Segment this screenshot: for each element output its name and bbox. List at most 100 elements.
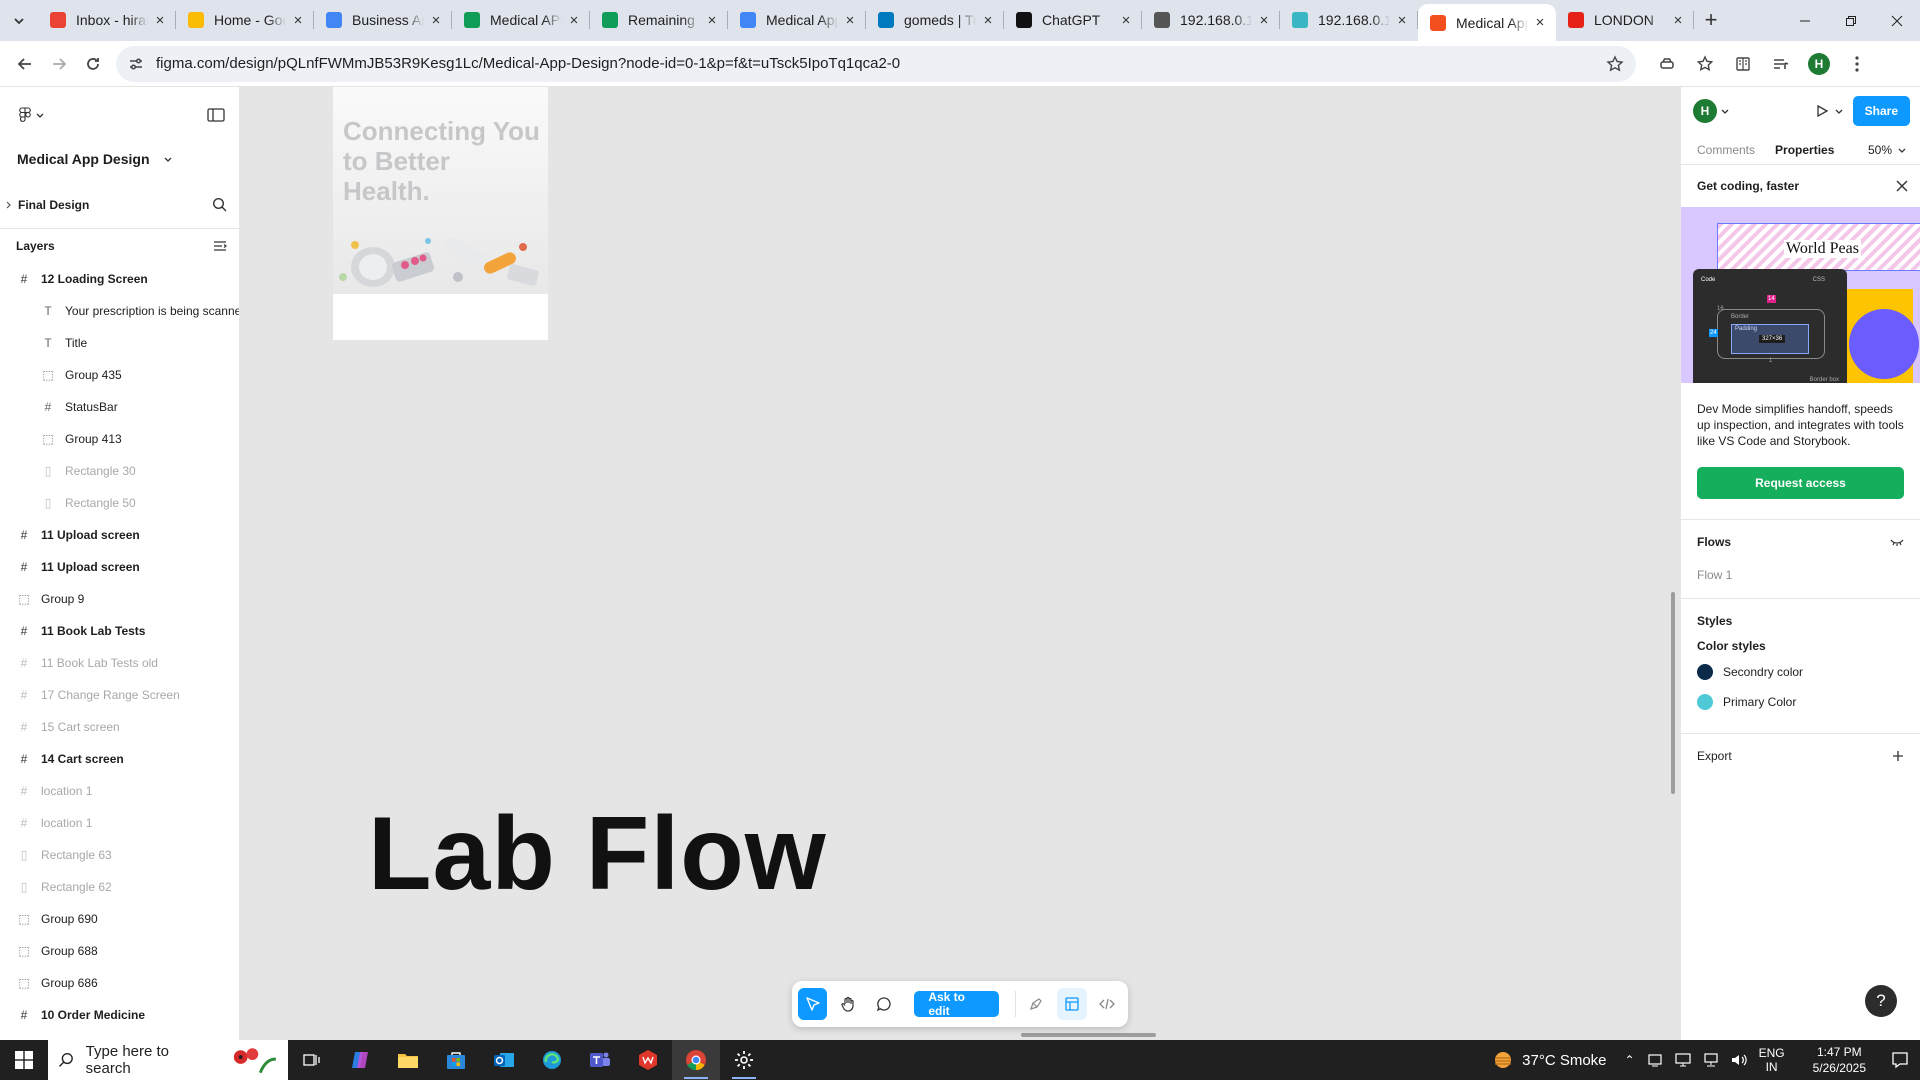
close-tab-icon[interactable]: ×: [1256, 12, 1272, 29]
url-text[interactable]: figma.com/design/pQLnfFWMmJB53R9Kesg1Lc/…: [156, 55, 1606, 72]
bookmark-star-icon[interactable]: [1606, 54, 1624, 73]
taskbar-outlook[interactable]: [480, 1040, 528, 1080]
tab-properties[interactable]: Properties: [1775, 143, 1834, 157]
layer-item[interactable]: ▯ Rectangle 63: [0, 839, 239, 871]
browser-tab[interactable]: ChatGPT ×: [1004, 3, 1142, 37]
canvas-horizontal-scrollbar[interactable]: [1021, 1033, 1156, 1037]
main-menu-button[interactable]: [18, 107, 44, 123]
taskbar-office[interactable]: [624, 1040, 672, 1080]
browser-tab[interactable]: Medical APP ×: [452, 3, 590, 37]
taskbar-chrome[interactable]: [672, 1040, 720, 1080]
site-settings-icon[interactable]: [128, 56, 144, 72]
layer-item[interactable]: #11 Upload screen: [0, 551, 239, 583]
reload-button[interactable]: [76, 47, 110, 81]
current-page[interactable]: Final Design: [6, 198, 89, 212]
taskbar-edge[interactable]: [528, 1040, 576, 1080]
help-button[interactable]: ?: [1865, 985, 1897, 1017]
layer-item[interactable]: #17 Change Range Screen: [0, 679, 239, 711]
taskbar-settings[interactable]: [720, 1040, 768, 1080]
clock[interactable]: 1:47 PM 5/26/2025: [1799, 1044, 1880, 1076]
zoom-dropdown[interactable]: 50%: [1868, 143, 1906, 157]
close-tab-icon[interactable]: ×: [1394, 12, 1410, 29]
design-canvas[interactable]: Connecting You to Better Health. Lab Flo…: [241, 87, 1679, 1040]
notifications-button[interactable]: [1880, 1040, 1920, 1080]
request-access-button[interactable]: Request access: [1697, 467, 1904, 499]
layer-item[interactable]: #12 Loading Screen: [0, 263, 239, 295]
browser-tab[interactable]: Medical App ×: [728, 3, 866, 37]
taskbar-teams[interactable]: [576, 1040, 624, 1080]
layer-item[interactable]: #07 Product Listing Page: [0, 1031, 239, 1040]
collapse-layers-icon[interactable]: [213, 240, 227, 252]
file-name[interactable]: Medical App Design: [0, 143, 239, 175]
loading-screen-frame[interactable]: Connecting You to Better Health.: [333, 87, 548, 340]
layer-item[interactable]: # location 1: [0, 775, 239, 807]
extension-button[interactable]: [1650, 47, 1684, 81]
flow-item[interactable]: Flow 1: [1697, 568, 1904, 582]
close-tab-icon[interactable]: ×: [290, 12, 306, 29]
close-tab-icon[interactable]: ×: [566, 12, 582, 29]
layer-item[interactable]: T Title: [0, 327, 239, 359]
layer-item[interactable]: ⬚ Group 688: [0, 935, 239, 967]
taskbar-store[interactable]: [432, 1040, 480, 1080]
layer-item[interactable]: #14 Cart screen: [0, 743, 239, 775]
layer-item[interactable]: #11 Upload screen: [0, 519, 239, 551]
tab-comments[interactable]: Comments: [1697, 143, 1755, 157]
present-button[interactable]: [1815, 104, 1843, 118]
close-tab-icon[interactable]: ×: [704, 12, 720, 29]
page-selector[interactable]: Final Design: [0, 181, 239, 229]
layer-item[interactable]: ⬚ Group 690: [0, 903, 239, 935]
close-icon[interactable]: [1896, 180, 1908, 192]
comment-tool-button[interactable]: [869, 988, 898, 1020]
layer-item[interactable]: ▯ Rectangle 50: [0, 487, 239, 519]
browser-tab[interactable]: Medical App Design×: [1418, 4, 1556, 41]
close-tab-icon[interactable]: ×: [842, 12, 858, 29]
address-bar[interactable]: figma.com/design/pQLnfFWMmJB53R9Kesg1Lc/…: [116, 45, 1636, 82]
browser-tab[interactable]: gomeds | Trello×: [866, 3, 1004, 37]
layer-item[interactable]: ▯ Rectangle 30: [0, 455, 239, 487]
layer-item[interactable]: ▯ Rectangle 62: [0, 871, 239, 903]
move-tool-button[interactable]: [798, 988, 828, 1020]
back-button[interactable]: [8, 47, 42, 81]
weather-widget[interactable]: 37°C Smoke: [1492, 1049, 1624, 1071]
taskbar-copilot[interactable]: [336, 1040, 384, 1080]
color-style-item[interactable]: Primary Color: [1697, 687, 1904, 717]
close-tab-icon[interactable]: ×: [980, 12, 996, 29]
browser-tab[interactable]: 192.168.0.14×: [1142, 3, 1280, 37]
share-button[interactable]: Share: [1852, 96, 1910, 126]
browser-tab[interactable]: Inbox - hiral ×: [38, 3, 176, 37]
browser-tab[interactable]: Remaining Tasks×: [590, 3, 728, 37]
tab-search-button[interactable]: [0, 0, 38, 41]
close-tab-icon[interactable]: ×: [1118, 12, 1134, 29]
layer-item[interactable]: ⬚ Group 435: [0, 359, 239, 391]
browser-tab[interactable]: LONDON ×: [1556, 3, 1694, 37]
task-view-button[interactable]: [288, 1040, 336, 1080]
section-title[interactable]: Lab Flow: [368, 799, 827, 909]
color-style-item[interactable]: Secondry color: [1697, 657, 1904, 687]
taskbar-file-explorer[interactable]: [384, 1040, 432, 1080]
layer-item[interactable]: #11 Book Lab Tests: [0, 615, 239, 647]
close-tab-icon[interactable]: ×: [1532, 14, 1548, 31]
network-icon[interactable]: [1703, 1053, 1719, 1067]
close-window-button[interactable]: [1874, 0, 1920, 41]
display-icon[interactable]: [1674, 1053, 1691, 1067]
plus-icon[interactable]: [1892, 750, 1904, 762]
device-icon[interactable]: [1647, 1053, 1663, 1067]
layer-item[interactable]: # location 1: [0, 807, 239, 839]
toggle-sidebar-icon[interactable]: [207, 108, 225, 122]
taskbar-search[interactable]: Type here to search: [48, 1040, 288, 1080]
start-button[interactable]: [0, 1040, 48, 1080]
layer-item[interactable]: #10 Order Medicine: [0, 999, 239, 1031]
design-mode-button[interactable]: [1057, 988, 1087, 1020]
layer-item[interactable]: ⬚ Group 686: [0, 967, 239, 999]
profile-button[interactable]: H: [1802, 47, 1836, 81]
close-tab-icon[interactable]: ×: [152, 12, 168, 29]
layer-item[interactable]: #11 Book Lab Tests old: [0, 647, 239, 679]
close-tab-icon[interactable]: ×: [428, 12, 444, 29]
reading-list-button[interactable]: [1726, 47, 1760, 81]
draw-mode-button[interactable]: [1022, 988, 1051, 1020]
restore-button[interactable]: [1828, 0, 1874, 41]
browser-tab[interactable]: Home - Google Drive×: [176, 3, 314, 37]
browser-tab[interactable]: Business Analysis×: [314, 3, 452, 37]
layer-item[interactable]: # StatusBar: [0, 391, 239, 423]
multiplayer-avatars[interactable]: H: [1693, 99, 1729, 123]
